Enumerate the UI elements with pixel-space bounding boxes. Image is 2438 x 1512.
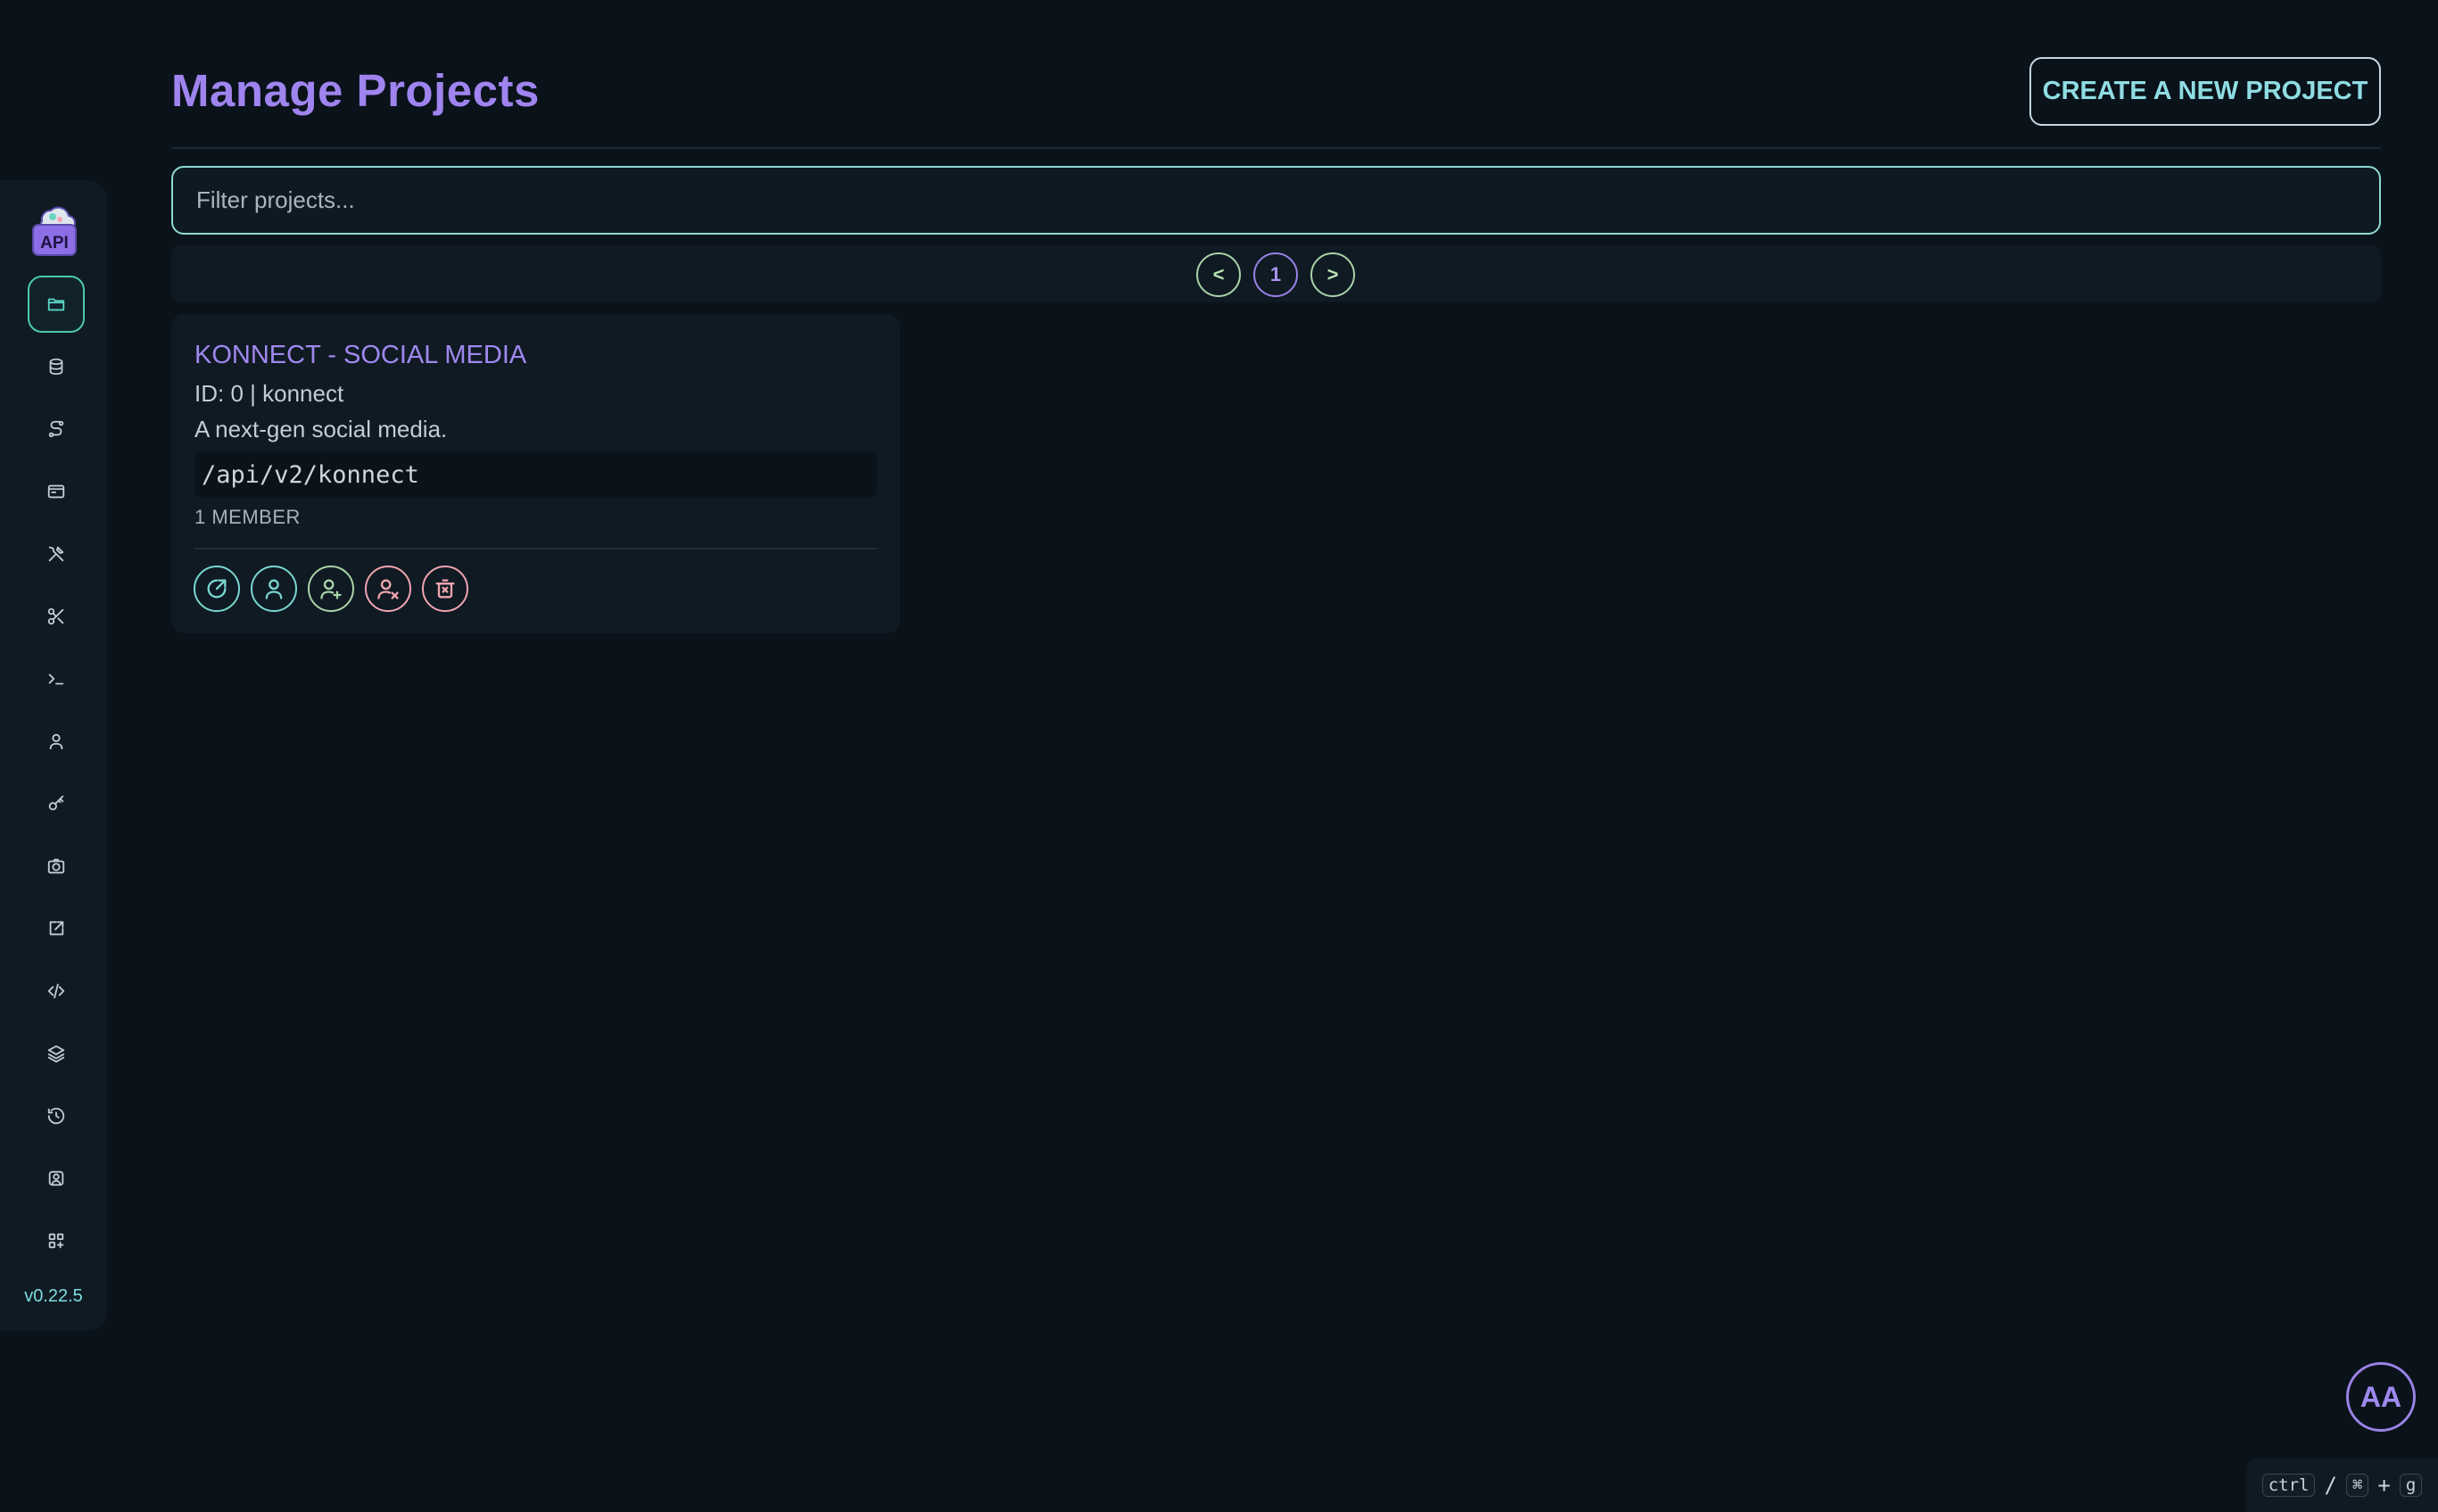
kbd-cmd: ⌘ (2345, 1474, 2369, 1497)
database-icon (49, 358, 63, 376)
sidebar-item-routes[interactable] (28, 401, 85, 458)
user-avatar[interactable]: AA (2346, 1362, 2416, 1432)
open-project-button[interactable] (194, 566, 240, 612)
sidebar-item-users[interactable] (28, 713, 85, 770)
sidebar-item-layers[interactable] (28, 1025, 85, 1082)
sidebar-item-history[interactable] (28, 1087, 85, 1144)
sidebar-item-keys[interactable] (28, 775, 85, 832)
sidebar-item-tools[interactable] (28, 525, 85, 582)
key-icon (48, 795, 64, 811)
sidebar-item-user-settings[interactable] (28, 1150, 85, 1207)
terminal-icon (48, 673, 64, 685)
sidebar-item-cut[interactable] (28, 588, 85, 645)
apps-icon (48, 1233, 64, 1249)
keyboard-shortcut-hint: ctrl / ⌘ + g (2246, 1458, 2438, 1512)
user-plus-icon (320, 579, 342, 599)
app-version: v0.22.5 (24, 1286, 83, 1306)
sidebar-item-code[interactable] (28, 963, 85, 1020)
code-icon (47, 983, 65, 999)
add-member-button[interactable] (308, 566, 354, 612)
external-link-icon (207, 579, 227, 599)
kbd-g: g (2399, 1474, 2423, 1497)
sidebar-item-external[interactable] (28, 900, 85, 957)
project-title[interactable]: KONNECT - SOCIAL MEDIA (194, 341, 526, 370)
history-icon (47, 1107, 65, 1125)
layers-icon (47, 1045, 65, 1063)
card-divider (194, 548, 877, 549)
project-id: ID: 0 | konnect (194, 380, 344, 407)
pagination-bar: < 1 > (171, 245, 2381, 302)
project-card: KONNECT - SOCIAL MEDIA ID: 0 | konnect A… (171, 314, 900, 633)
user-gear-icon (48, 1170, 64, 1186)
next-page-button[interactable]: > (1310, 252, 1355, 297)
remove-member-button[interactable] (365, 566, 411, 612)
api-logo-icon[interactable]: API (29, 202, 79, 257)
route-icon (48, 420, 64, 438)
sidebar: API v0.22.5 (0, 180, 107, 1331)
shortcut-separator: / (2324, 1473, 2337, 1498)
filter-projects-input[interactable] (171, 166, 2381, 235)
project-member-count: 1 MEMBER (194, 506, 301, 528)
kbd-ctrl: ctrl (2261, 1474, 2316, 1497)
header-divider (171, 147, 2381, 149)
user-x-icon (377, 579, 399, 599)
shortcut-plus: + (2377, 1473, 2391, 1498)
user-icon (265, 579, 283, 599)
logo-text: API (40, 234, 69, 252)
user-icon (49, 733, 63, 750)
app-root: API v0.22.5 Manage Projects CREATE A NEW… (0, 0, 2438, 1512)
external-link-icon (49, 921, 64, 936)
sidebar-item-browser[interactable] (28, 463, 85, 520)
sidebar-item-projects[interactable] (28, 276, 85, 333)
sidebar-item-database[interactable] (28, 338, 85, 395)
view-members-button[interactable] (251, 566, 297, 612)
folder-icon (47, 298, 65, 311)
page-1-button[interactable]: 1 (1253, 252, 1298, 297)
sidebar-item-terminal[interactable] (28, 650, 85, 707)
tools-icon (48, 546, 64, 562)
sidebar-item-apps[interactable] (28, 1212, 85, 1269)
create-project-button[interactable]: CREATE A NEW PROJECT (2029, 57, 2381, 126)
camera-icon (47, 858, 65, 874)
prev-page-button[interactable]: < (1196, 252, 1241, 297)
sidebar-item-snapshots[interactable] (28, 838, 85, 895)
page-title: Manage Projects (171, 65, 540, 116)
window-icon (47, 484, 65, 499)
trash-icon (435, 579, 455, 599)
project-api-path: /api/v2/konnect (194, 451, 877, 498)
delete-project-button[interactable] (422, 566, 468, 612)
scissors-icon (47, 607, 64, 625)
project-description: A next-gen social media. (194, 416, 448, 442)
